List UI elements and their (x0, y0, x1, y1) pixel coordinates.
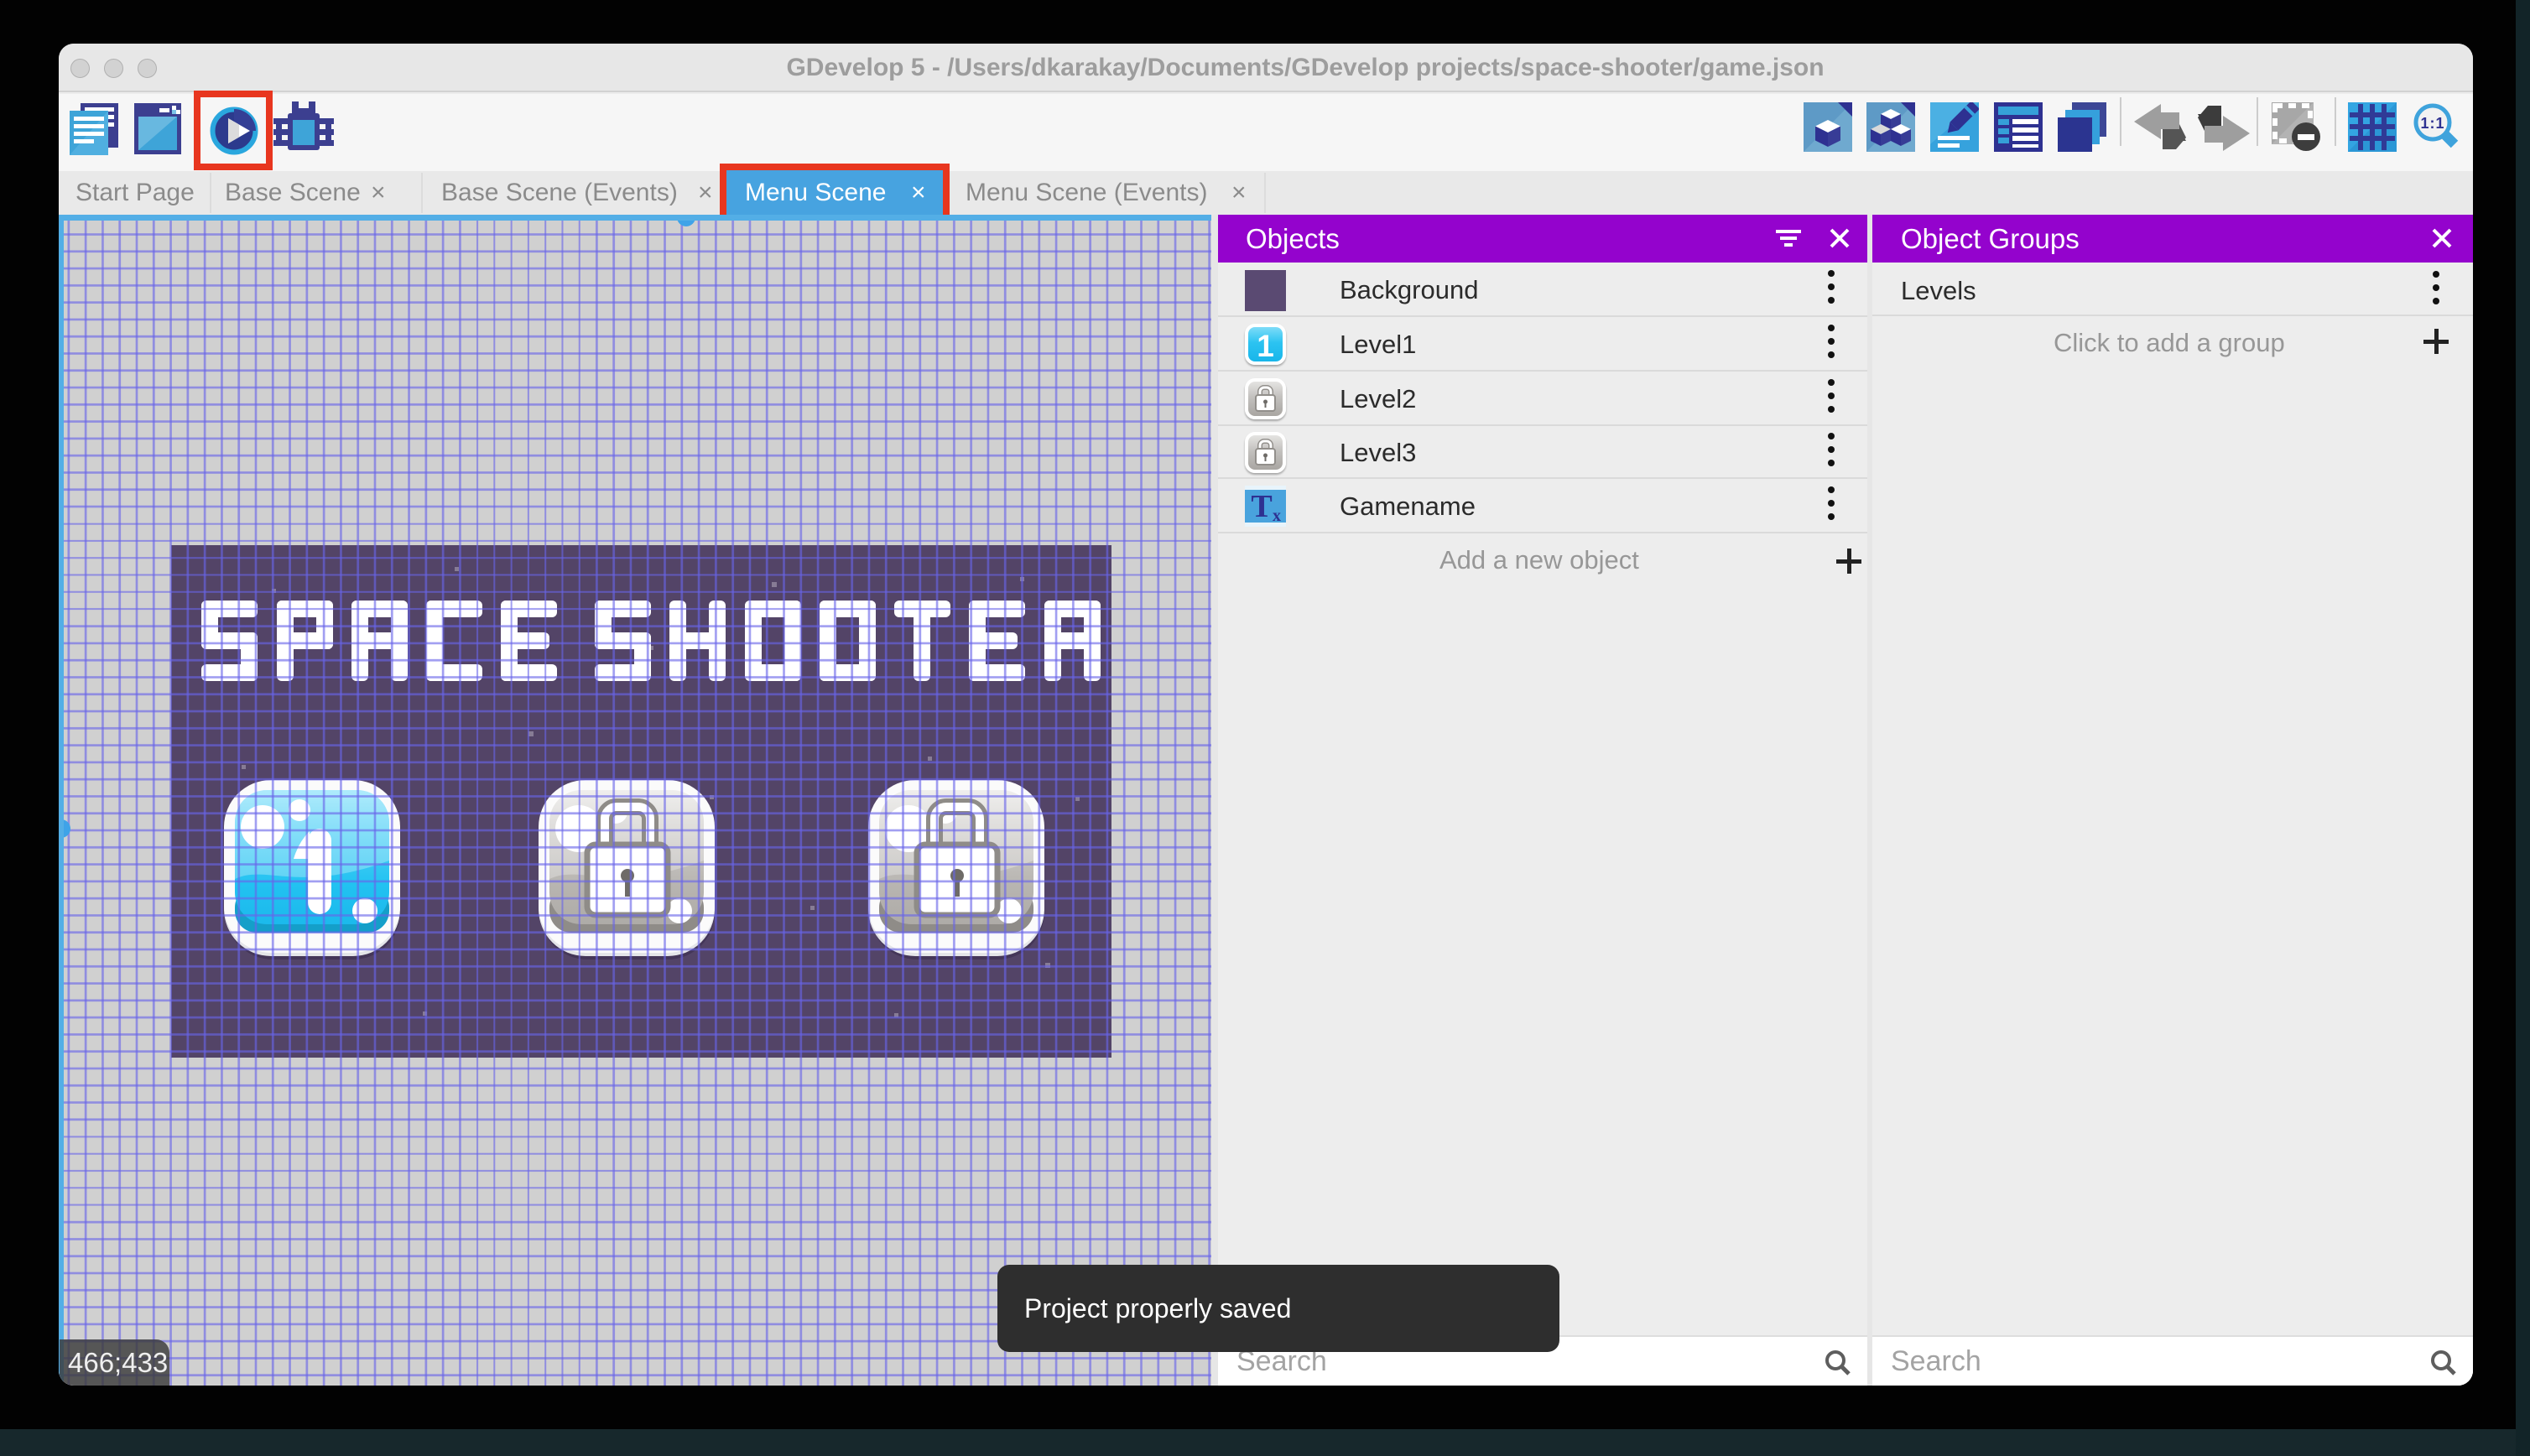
svg-text:x: x (1273, 507, 1281, 525)
svg-text:1:1: 1:1 (2420, 115, 2444, 132)
svg-text:T: T (1251, 489, 1272, 524)
